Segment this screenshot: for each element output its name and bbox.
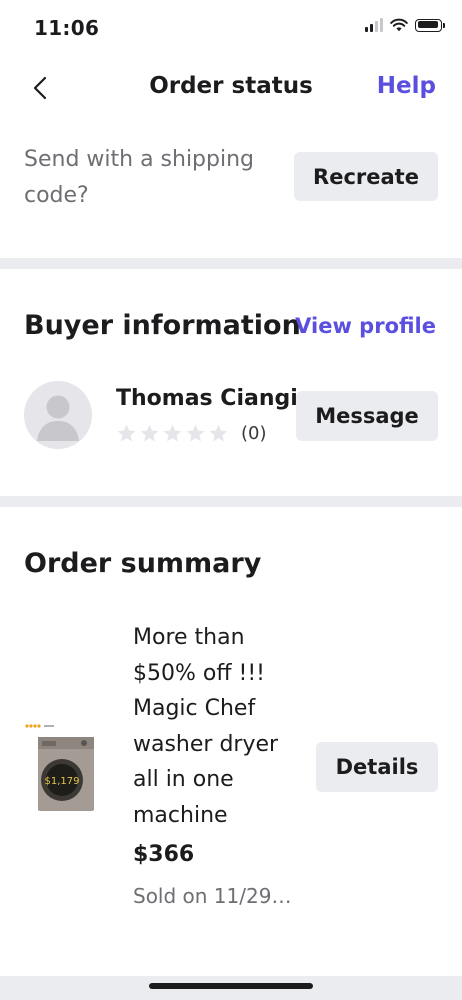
home-indicator[interactable] [149, 983, 313, 989]
review-count: (0) [241, 423, 267, 444]
sold-date: Sold on 11/29… [133, 884, 292, 908]
product-price: $366 [133, 842, 195, 867]
buyer-name[interactable]: Thomas Ciangi [116, 386, 296, 411]
product-thumbnail[interactable]: $1,179 [24, 720, 110, 820]
star-icon [163, 424, 182, 442]
washer-image: $1,179 [24, 720, 110, 820]
view-profile-link[interactable]: View profile [295, 314, 436, 338]
section-divider [0, 496, 462, 507]
buyer-information-section: Buyer information View profile Thomas Ci… [0, 290, 462, 496]
status-bar: 11:06 [0, 0, 462, 56]
product-title[interactable]: More than $50% off !!! Magic Chef washer… [133, 620, 303, 833]
nav-bar: Order status Help [0, 58, 462, 118]
message-button[interactable]: Message [296, 391, 438, 441]
star-icon [117, 424, 136, 442]
signal-icon [365, 18, 383, 32]
shipping-code-section: Send with a shipping code? Recreate [0, 140, 462, 258]
rating-stars [116, 423, 229, 444]
person-icon [37, 395, 79, 441]
section-divider [0, 258, 462, 269]
help-link[interactable]: Help [377, 73, 436, 99]
status-icons [365, 18, 445, 32]
order-summary-section: Order summary $1,179 More than $50% off … [0, 508, 462, 976]
order-summary-heading: Order summary [24, 548, 262, 579]
details-button[interactable]: Details [316, 742, 438, 792]
star-icon [140, 424, 159, 442]
thumbnail-price-text: $1,179 [45, 776, 80, 787]
battery-icon [415, 18, 445, 32]
recreate-button[interactable]: Recreate [294, 152, 438, 201]
wifi-icon [390, 18, 408, 32]
shipping-code-prompt: Send with a shipping code? [24, 147, 255, 208]
star-icon [209, 424, 228, 442]
star-icon [186, 424, 205, 442]
avatar[interactable] [24, 381, 92, 449]
status-time: 11:06 [34, 16, 100, 40]
buyer-heading: Buyer information [24, 310, 301, 341]
